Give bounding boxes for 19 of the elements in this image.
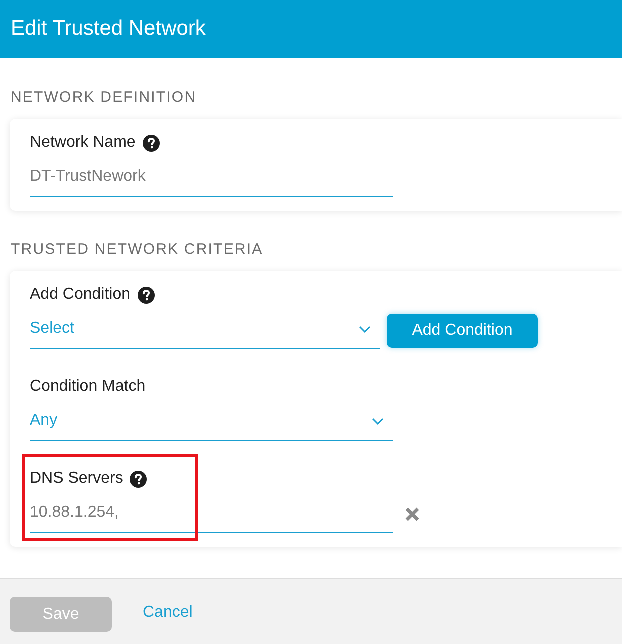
section-heading: TRUSTED NETWORK CRITERIA [11, 242, 264, 258]
add-condition-button[interactable]: Add Condition [387, 314, 538, 348]
field-label: Condition Match [30, 377, 146, 397]
help-icon[interactable] [138, 286, 155, 304]
field-label: Add Condition [30, 285, 131, 305]
close-icon[interactable] [405, 507, 420, 522]
section-heading: NETWORK DEFINITION [11, 90, 198, 106]
field-label: DNS Servers [30, 469, 124, 489]
dialog-title: Edit Trusted Network [11, 17, 206, 41]
help-icon[interactable] [130, 470, 148, 488]
text-field[interactable]: DT-TrustNework [30, 160, 393, 197]
text-field[interactable]: 10.88.1.254, [30, 496, 393, 533]
dropdown-field[interactable]: Select [30, 312, 380, 349]
dropdown-field[interactable]: Any [30, 404, 393, 441]
chevron-down-icon [359, 326, 371, 332]
help-icon[interactable] [142, 134, 160, 152]
cancel-link[interactable]: Cancel [143, 604, 193, 622]
field-label: Network Name [30, 133, 136, 153]
chevron-down-icon [372, 418, 384, 424]
